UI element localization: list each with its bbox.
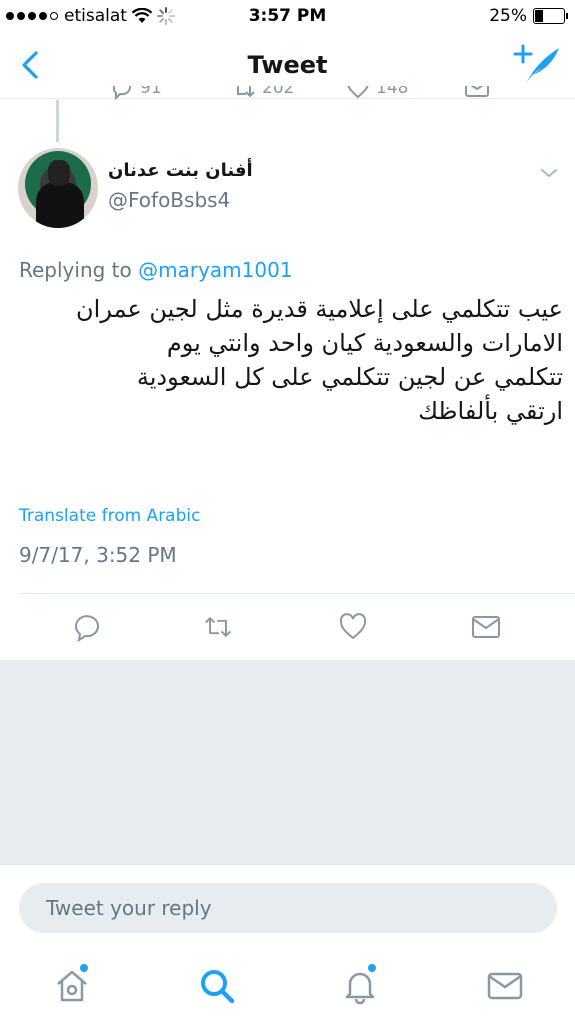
replying-to-label: Replying to bbox=[19, 258, 132, 282]
tab-bar bbox=[0, 952, 575, 1024]
home-notification-dot bbox=[80, 964, 88, 972]
direct-message-icon[interactable] bbox=[464, 86, 490, 100]
previous-reply-count: 91 bbox=[140, 86, 162, 98]
thread-connector-line bbox=[56, 100, 59, 142]
messages-envelope-icon[interactable] bbox=[485, 966, 525, 1006]
reply-input[interactable]: Tweet your reply bbox=[19, 883, 557, 933]
tweet-timestamp: 9/7/17, 3:52 PM bbox=[19, 543, 177, 567]
replying-to: Replying to @maryam1001 bbox=[19, 258, 293, 282]
author-name[interactable]: أفنان بنت عدنان bbox=[108, 160, 253, 181]
previous-tweet-actions: 91 202 148 bbox=[0, 86, 575, 110]
tweet-text-line: الامارات والسعودية كيان واحد وانتي يوم bbox=[166, 329, 563, 357]
search-icon[interactable] bbox=[197, 966, 237, 1006]
like-heart-icon[interactable] bbox=[338, 612, 368, 642]
direct-message-icon[interactable] bbox=[471, 612, 501, 642]
author-handle[interactable]: @FofoBsbs4 bbox=[108, 188, 230, 212]
tweet-actions bbox=[0, 604, 575, 650]
notifications-dot bbox=[368, 964, 376, 972]
home-icon[interactable] bbox=[52, 966, 92, 1006]
replies-area bbox=[0, 660, 575, 864]
translate-link[interactable]: Translate from Arabic bbox=[19, 506, 200, 526]
reply-icon[interactable] bbox=[110, 86, 134, 100]
tweet-text-line: تتكلمي عن لجين تتكلمي على كل السعودية bbox=[136, 363, 563, 391]
reply-bar: Tweet your reply bbox=[0, 864, 575, 953]
notifications-bell-icon[interactable] bbox=[340, 966, 380, 1006]
status-bar: etisalat 3:57 PM 25% bbox=[0, 0, 575, 34]
page-title: Tweet bbox=[247, 51, 328, 79]
battery-icon bbox=[533, 8, 568, 24]
like-heart-icon[interactable] bbox=[346, 86, 370, 100]
battery-percent: 25% bbox=[489, 6, 527, 26]
replying-to-mention[interactable]: @maryam1001 bbox=[138, 258, 292, 282]
tweet-text-line: ارتقي بألفاظك bbox=[418, 397, 563, 425]
divider bbox=[19, 593, 575, 594]
tweet-text: عيب تتكلمي على إعلامية قديرة مثل لجين عم… bbox=[18, 292, 563, 428]
tweet-text-line: عيب تتكلمي على إعلامية قديرة مثل لجين عم… bbox=[76, 295, 563, 323]
reply-icon[interactable] bbox=[72, 612, 102, 642]
chevron-down-icon[interactable] bbox=[539, 166, 559, 180]
previous-like-count: 148 bbox=[376, 86, 409, 98]
retweet-icon[interactable] bbox=[232, 86, 256, 100]
compose-tweet-icon[interactable] bbox=[513, 44, 561, 84]
previous-retweet-count: 202 bbox=[262, 86, 295, 98]
avatar[interactable] bbox=[18, 148, 98, 228]
retweet-icon[interactable] bbox=[203, 612, 233, 642]
